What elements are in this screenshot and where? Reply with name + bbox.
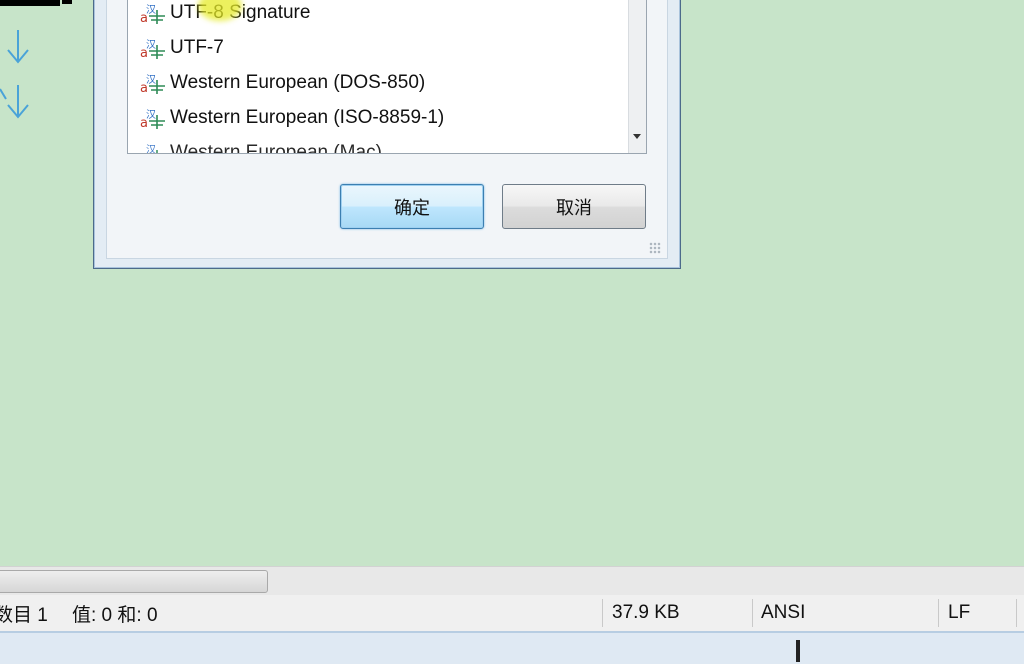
encoding-icon: a 汉 (140, 74, 165, 94)
arrow-down-icon (0, 85, 29, 119)
encoding-label: Western European (DOS-850) (170, 71, 426, 93)
encoding-dialog: a 汉 UTF-8 Signature a 汉 UTF-7 a 汉 Wester… (93, 0, 681, 269)
status-file-size: 37.9 KB (612, 602, 680, 623)
ok-button[interactable]: 确定 (340, 184, 484, 229)
status-value-sum: 值: 0 和: 0 (72, 604, 158, 626)
encoding-label: UTF-7 (170, 36, 224, 58)
cancel-button[interactable]: 取消 (502, 184, 646, 229)
encoding-icon: a 汉 (140, 4, 165, 24)
list-item[interactable]: a 汉 UTF-7 (128, 30, 646, 65)
svg-text:汉: 汉 (146, 74, 156, 86)
status-divider (938, 599, 939, 627)
status-encoding[interactable]: ANSI (761, 595, 805, 631)
svg-text:汉: 汉 (146, 109, 156, 121)
list-item[interactable]: a 汉 UTF-8 Signature (128, 0, 646, 30)
resize-grip-icon[interactable] (649, 242, 661, 254)
status-line-ending[interactable]: LF (948, 595, 970, 631)
encoding-icon: a 汉 (140, 39, 165, 59)
svg-text:汉: 汉 (146, 4, 156, 16)
svg-text:汉: 汉 (146, 39, 156, 51)
status-count: 数目 1 (0, 604, 48, 626)
partial-toolbar-fragment (62, 0, 72, 4)
encoding-icon: a 汉 (140, 144, 158, 155)
taskbar-strip (0, 631, 1024, 664)
status-divider (602, 599, 603, 627)
taskbar-divider (796, 640, 800, 662)
encoding-icon: a 汉 (140, 109, 165, 129)
list-item[interactable]: a 汉 Western European (ISO-8859-1) (128, 100, 646, 135)
encoding-listbox[interactable]: a 汉 UTF-8 Signature a 汉 UTF-7 a 汉 Wester… (127, 0, 647, 154)
horizontal-scroll-thumb[interactable] (0, 570, 268, 593)
encoding-label: Western European (ISO-8859-1) (170, 106, 445, 128)
scroll-down-arrow-icon[interactable] (633, 134, 641, 139)
status-bar: 数目 1 值: 0 和: 0 37.9 KB ANSI LF (0, 595, 1024, 631)
list-item[interactable]: a 汉 Western European (Mac) (128, 135, 646, 155)
list-scrollbar[interactable] (628, 0, 646, 153)
partial-toolbar-fragment (0, 0, 60, 6)
horizontal-scrollbar[interactable] (0, 566, 1024, 596)
svg-text:汉: 汉 (146, 144, 156, 155)
status-divider (1016, 599, 1017, 627)
list-item[interactable]: a 汉 Western European (DOS-850) (128, 65, 646, 100)
status-divider (752, 599, 753, 627)
dialog-body: a 汉 UTF-8 Signature a 汉 UTF-7 a 汉 Wester… (106, 0, 668, 259)
encoding-label: Western European (Mac) (170, 141, 382, 154)
arrow-down-icon (7, 30, 29, 64)
